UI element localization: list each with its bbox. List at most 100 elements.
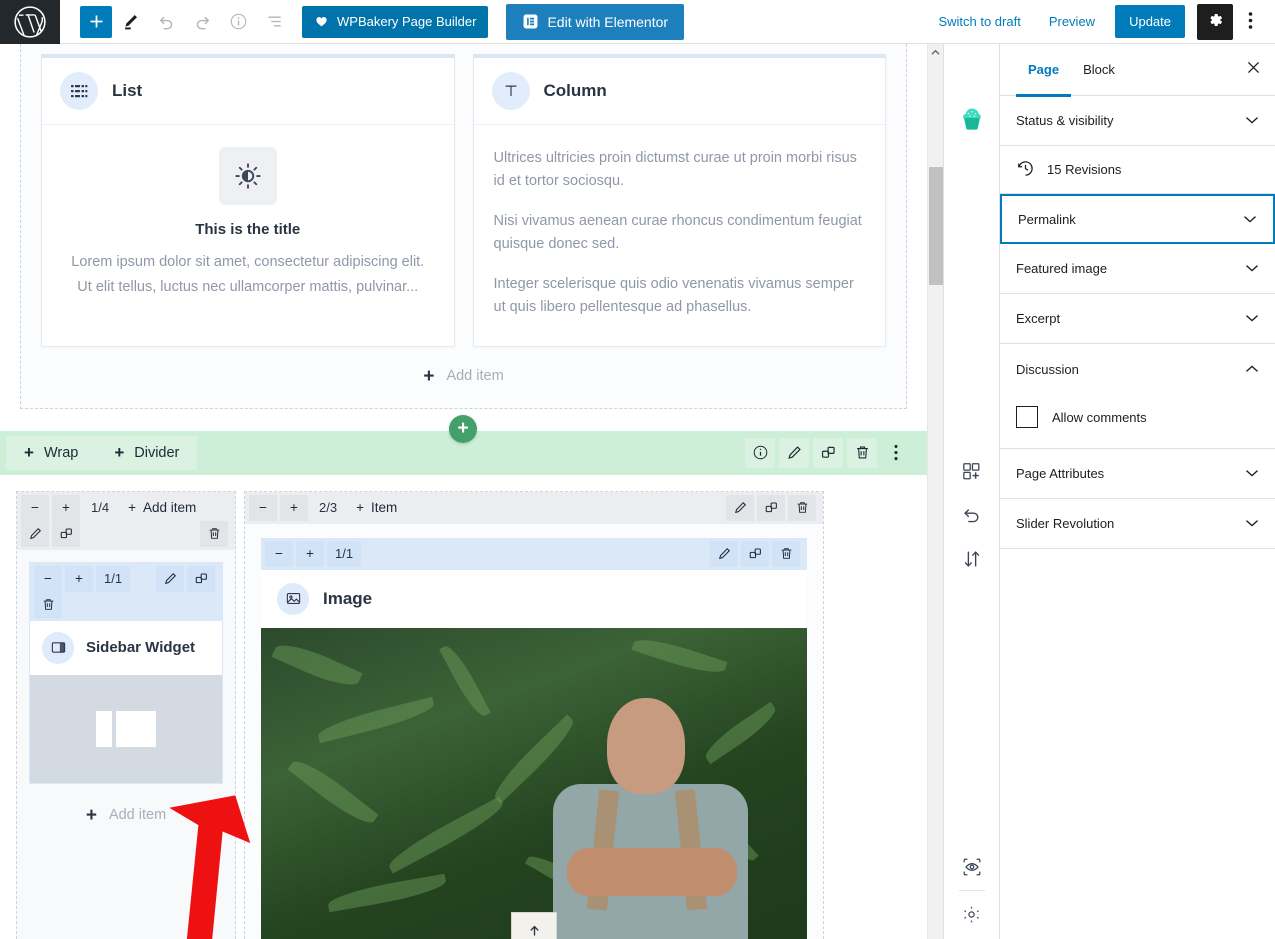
sidebar-widget-block[interactable]: Sidebar Widget [30, 620, 222, 783]
switch-to-draft-button[interactable]: Switch to draft [924, 4, 1034, 40]
list-view-icon [265, 12, 284, 31]
duplicate-icon[interactable] [813, 437, 843, 468]
panel-page-attributes[interactable]: Page Attributes [1000, 449, 1275, 499]
plus-icon: + [356, 500, 364, 516]
scroll-up-arrow-icon[interactable] [928, 44, 943, 61]
column-quarter[interactable]: − + 1/4 + Add item − + 1/1 Sidebar Widge… [16, 490, 236, 939]
panel-label: Page Attributes [1016, 466, 1105, 481]
allow-comments-checkbox[interactable] [1016, 406, 1038, 428]
image-preview[interactable] [261, 627, 807, 939]
undo-rail-icon[interactable] [955, 498, 989, 532]
section-toolbar-wrapper: + + Wrap + Divider [0, 414, 927, 475]
revisions-label: 15 Revisions [1047, 162, 1122, 177]
block-inserter-icon[interactable] [955, 454, 989, 488]
duplicate-icon[interactable] [187, 565, 215, 592]
settings-toggle-button[interactable] [1197, 3, 1233, 40]
column-two-thirds[interactable]: − + 2/3 + Item − + 1/1 Image [244, 490, 824, 939]
increase-width-button[interactable]: + [65, 565, 93, 592]
preview-eye-icon[interactable] [955, 850, 989, 884]
wpbakery-label: WPBakery Page Builder [337, 14, 477, 29]
plus-icon: + [114, 442, 125, 462]
panel-status-visibility[interactable]: Status & visibility [1000, 96, 1275, 146]
rail-divider [958, 890, 985, 891]
allow-comments-row[interactable]: Allow comments [1000, 394, 1275, 449]
image-block[interactable]: Image [261, 569, 807, 939]
add-item-label: Add item [108, 807, 167, 824]
add-item-button[interactable]: + Add item [29, 784, 223, 845]
edit-pencil-icon[interactable] [156, 565, 184, 592]
add-block-button[interactable] [80, 5, 112, 38]
edit-pencil-icon[interactable] [710, 540, 738, 567]
panel-permalink[interactable]: Permalink [1000, 194, 1275, 244]
more-options-button[interactable] [1233, 4, 1267, 40]
add-wrap-button[interactable]: + Wrap [6, 435, 97, 470]
close-settings-button[interactable] [1231, 46, 1275, 94]
panel-discussion[interactable]: Discussion [1000, 344, 1275, 394]
upload-image-button[interactable] [511, 911, 557, 939]
add-divider-button[interactable]: + Divider [96, 435, 198, 470]
decrease-width-button[interactable]: − [265, 540, 293, 567]
scrollbar-thumb[interactable] [929, 167, 943, 285]
column-block-card[interactable]: Column Ultrices ultricies proin dictumst… [472, 54, 886, 347]
wpbakery-page-builder-button[interactable]: WPBakery Page Builder [302, 5, 489, 38]
add-item-label: Add item [446, 368, 504, 385]
text-block-icon [491, 72, 530, 110]
editor-icon-rail [943, 44, 999, 939]
more-options-icon[interactable] [881, 438, 911, 468]
panel-label: Discussion [1016, 361, 1079, 377]
edit-pencil-icon[interactable] [726, 494, 754, 521]
decrease-width-button[interactable]: − [21, 494, 49, 521]
gear-icon [1206, 11, 1224, 32]
edit-pencil-icon[interactable] [21, 520, 49, 547]
settings-tabs: Page Block [1000, 44, 1275, 97]
list-view-button[interactable] [256, 4, 292, 40]
trash-icon[interactable] [772, 540, 800, 567]
decrease-width-button[interactable]: − [34, 565, 62, 592]
tab-page[interactable]: Page [1016, 44, 1072, 97]
update-button[interactable]: Update [1115, 5, 1185, 38]
info-icon[interactable] [745, 437, 775, 468]
increase-width-button[interactable]: + [52, 494, 80, 521]
trash-icon[interactable] [788, 494, 816, 521]
add-item-button[interactable]: + Add item [41, 347, 886, 392]
preview-button[interactable]: Preview [1035, 4, 1109, 40]
details-button[interactable] [220, 4, 256, 40]
insert-section-button[interactable]: + [449, 414, 477, 443]
duplicate-icon[interactable] [757, 494, 785, 521]
edit-tool-button[interactable] [112, 4, 148, 40]
chevron-down-icon [1245, 113, 1259, 128]
add-item-inline-button[interactable]: + Item [348, 495, 405, 521]
edit-pencil-icon[interactable] [779, 437, 809, 468]
redo-button[interactable] [184, 4, 220, 40]
increase-width-button[interactable]: + [280, 494, 308, 521]
panel-slider-revolution[interactable]: Slider Revolution [1000, 499, 1275, 549]
increase-width-button[interactable]: + [296, 540, 324, 567]
duplicate-icon[interactable] [741, 540, 769, 567]
list-block-card[interactable]: List This is the title Lorem ipsum dolor… [41, 54, 455, 347]
chevron-down-icon [1245, 311, 1259, 326]
column-width-value: 1/4 [91, 500, 110, 516]
trash-icon[interactable] [200, 520, 228, 547]
decrease-width-button[interactable]: − [249, 494, 277, 521]
panel-featured-image[interactable]: Featured image [1000, 244, 1275, 294]
canvas-scrollbar[interactable] [927, 44, 943, 939]
panel-excerpt[interactable]: Excerpt [1000, 294, 1275, 344]
info-circle-icon [229, 12, 248, 31]
panel-label: Slider Revolution [1016, 516, 1115, 531]
wordpress-logo-icon[interactable] [0, 0, 60, 44]
trash-icon[interactable] [847, 437, 877, 468]
sidebar-widget-header: Sidebar Widget [30, 620, 222, 675]
duplicate-icon[interactable] [52, 520, 80, 547]
undo-button[interactable] [148, 4, 184, 40]
cupcake-icon[interactable] [957, 104, 987, 134]
add-item-inline-button[interactable]: + Add item [120, 495, 204, 521]
panel-label: Status & visibility [1016, 113, 1114, 128]
trash-icon[interactable] [34, 591, 62, 618]
tab-block[interactable]: Block [1071, 44, 1127, 96]
outer-block-container[interactable]: List This is the title Lorem ipsum dolor… [20, 44, 907, 409]
edit-with-elementor-button[interactable]: Edit with Elementor [506, 3, 685, 40]
revisions-row[interactable]: 15 Revisions [1000, 146, 1275, 194]
settings-gear-icon[interactable] [955, 897, 989, 931]
columns-region: − + 1/4 + Add item − + 1/1 Sidebar Widge… [0, 474, 927, 939]
sort-arrows-icon[interactable] [955, 542, 989, 576]
